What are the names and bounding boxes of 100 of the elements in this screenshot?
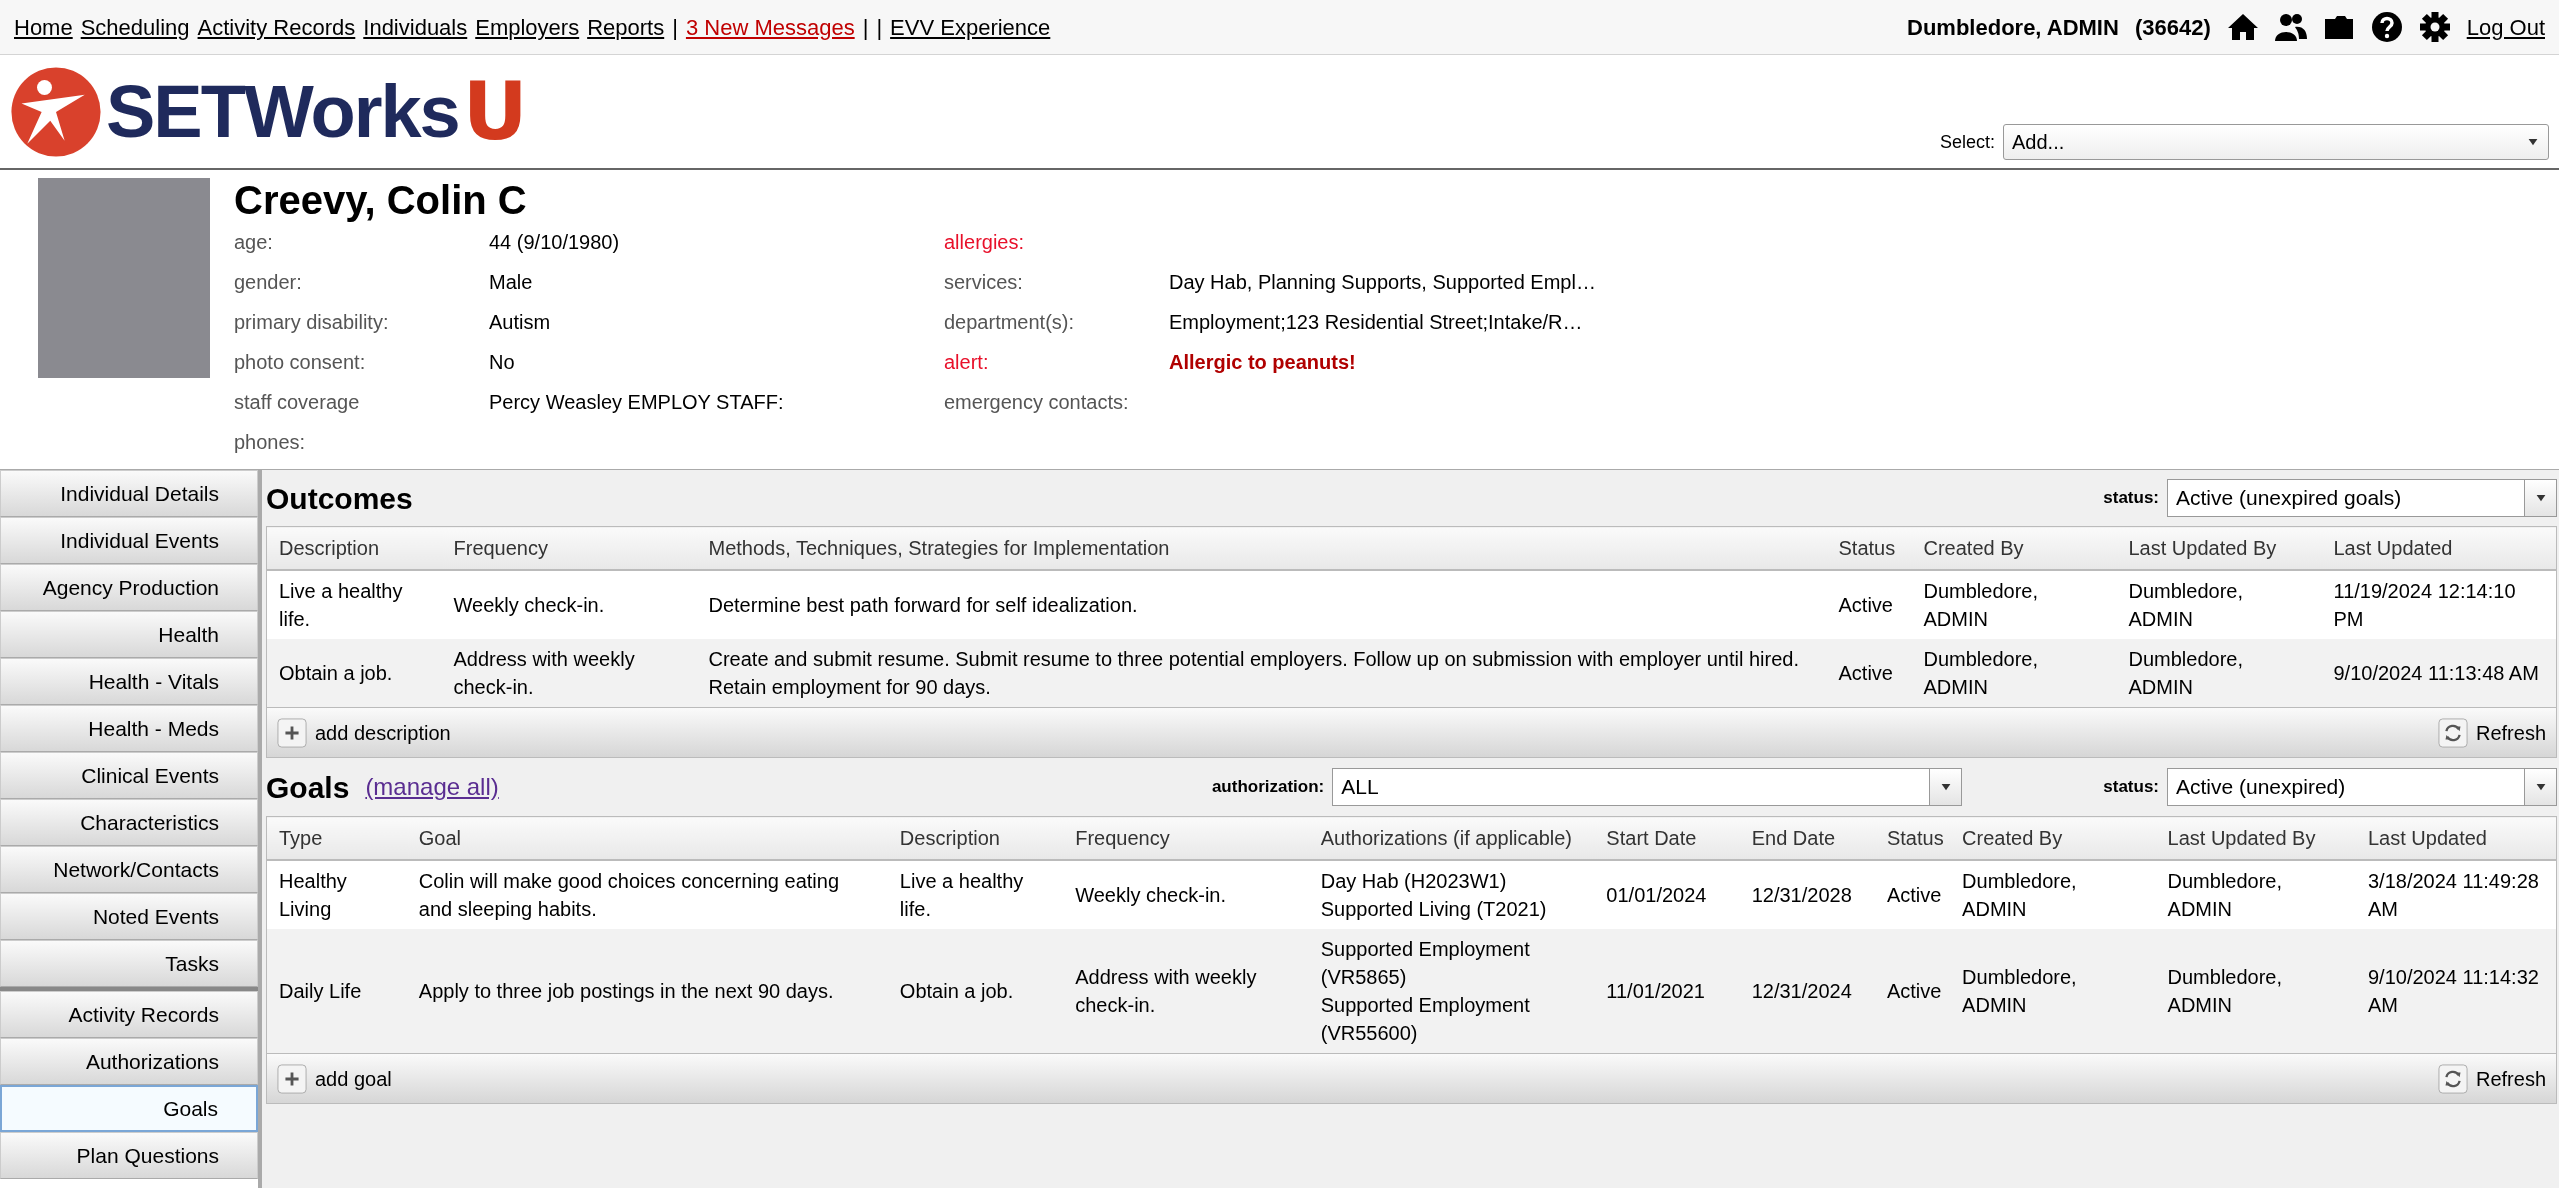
column-header: Last Updated By: [2155, 816, 2356, 860]
add-select[interactable]: Add...: [2003, 124, 2549, 160]
column-header: Description: [887, 816, 1064, 860]
sidebar-item[interactable]: Health - Vitals: [0, 658, 258, 705]
separator-text: |: [876, 13, 883, 42]
refresh-icon: [2437, 717, 2468, 748]
separator-text: |: [672, 13, 678, 42]
table-cell: Active: [1826, 570, 1912, 639]
column-header: Frequency: [441, 526, 697, 570]
table-cell: Dumbledore, ADMIN: [2155, 860, 2356, 929]
column-header: Methods, Techniques, Strategies for Implementation: [696, 526, 1827, 570]
column-header: Last Updated: [2356, 816, 2557, 860]
field-value: Day Hab, Planning Supports, Supported Empl…: [1169, 270, 1596, 295]
sidebar-item[interactable]: Characteristics: [0, 799, 258, 846]
table-cell: 11/19/2024 12:14:10 PM: [2321, 570, 2557, 639]
table-cell: Dumbledore, ADMIN: [2155, 929, 2356, 1054]
refresh-button[interactable]: Refresh: [2437, 1063, 2546, 1094]
settings-icon[interactable]: [2418, 11, 2451, 43]
table-cell: Healthy Living: [266, 860, 407, 929]
table-cell: Dumbledore, ADMIN: [2116, 570, 2322, 639]
nav-link[interactable]: Employers: [475, 10, 580, 44]
manage-all-link[interactable]: (manage all): [365, 769, 499, 805]
nav-link[interactable]: Home: [14, 10, 73, 44]
section-title: Goals: [266, 769, 350, 806]
sidebar-item[interactable]: Noted Events: [0, 893, 258, 940]
field-value: Percy Weasley EMPLOY STAFF:: [489, 390, 784, 415]
table-cell: Daily Life: [266, 929, 407, 1054]
caret-icon: [2526, 137, 2540, 147]
field-label: allergies:: [944, 230, 1026, 255]
people-icon[interactable]: [2274, 11, 2307, 43]
home-icon[interactable]: [2226, 11, 2259, 43]
table-cell: Address with weekly check-in.: [1063, 929, 1309, 1054]
column-header: Last Updated By: [2116, 526, 2322, 570]
table-cell: Dumbledore, ADMIN: [2116, 639, 2322, 708]
table-cell: Live a healthy life.: [887, 860, 1064, 929]
user-name: Dumbledore, ADMIN: [1907, 13, 2119, 42]
sidebar-item[interactable]: Agency Production: [0, 564, 258, 611]
filter-label: authorization:: [1211, 776, 1325, 799]
user-id: (36642): [2134, 13, 2211, 42]
column-header: Type: [266, 816, 407, 860]
table-cell: 9/10/2024 11:14:32 AM: [2356, 929, 2557, 1054]
column-header: Frequency: [1063, 816, 1309, 860]
sidebar-item[interactable]: Network/Contacts: [0, 846, 258, 893]
table-cell: Determine best path forward for self idealization.: [696, 570, 1827, 639]
nav-link[interactable]: EVV Experience: [890, 10, 1051, 44]
sidebar-item[interactable]: Tasks: [0, 940, 258, 987]
field-label: department(s):: [944, 310, 1076, 335]
logo-text: SETWorks: [106, 74, 459, 149]
refresh-button[interactable]: Refresh: [2437, 717, 2546, 748]
authorization-dropdown[interactable]: ALL: [1332, 768, 1963, 806]
field-value: Autism: [489, 310, 551, 335]
table-cell: Active: [1874, 929, 1951, 1054]
column-header: Start Date: [1594, 816, 1740, 860]
sidebar-item[interactable]: Health: [0, 611, 258, 658]
sidebar-item[interactable]: Activity Records: [0, 991, 258, 1038]
field-label: phones:: [234, 430, 307, 455]
messages-link[interactable]: 3 New Messages: [685, 10, 855, 44]
column-header: Authorizations (if applicable): [1308, 816, 1595, 860]
table-cell: Create and submit resume. Submit resume to three potential employers. Follow up on submission with employer until hired. Retain employment for 90 days.: [696, 639, 1827, 708]
nav-link[interactable]: Scheduling: [80, 10, 190, 44]
table-cell: Dumbledore, ADMIN: [1950, 929, 2156, 1054]
table-cell: 9/10/2024 11:13:48 AM: [2321, 639, 2557, 708]
sidebar-item[interactable]: Individual Events: [0, 517, 258, 564]
status-dropdown[interactable]: Active (unexpired): [2167, 768, 2557, 806]
table-cell: Supported Employment (VR5865) Supported Employment (VR55600): [1308, 929, 1595, 1054]
help-icon[interactable]: [2370, 11, 2403, 43]
table-cell: 3/18/2024 11:49:28 AM: [2356, 860, 2557, 929]
logout-link[interactable]: Log Out: [2466, 10, 2545, 44]
column-header: Created By: [1950, 816, 2156, 860]
section-title: Outcomes: [266, 480, 413, 517]
nav-link[interactable]: Individuals: [363, 10, 468, 44]
sidebar-item[interactable]: Authorizations: [0, 1038, 258, 1085]
field-label: staff coverage: [234, 390, 361, 415]
individual-name: Creevy, Colin C: [234, 178, 528, 222]
field-value: 44 (9/10/1980): [489, 230, 620, 255]
column-header: Status: [1826, 526, 1912, 570]
add-goal-button[interactable]: add goal: [277, 1063, 392, 1094]
separator-text: |: [862, 13, 869, 42]
select-label: Select:: [1939, 130, 1995, 154]
refresh-icon: [2437, 1063, 2468, 1094]
nav-link[interactable]: Reports: [587, 10, 665, 44]
sidebar-item[interactable]: Plan Questions: [0, 1132, 258, 1179]
sidebar-item[interactable]: Health - Meds: [0, 705, 258, 752]
field-label: photo consent:: [234, 350, 367, 375]
alert-text: Allergic to peanuts!: [1169, 350, 1356, 375]
column-header: Created By: [1911, 526, 2117, 570]
plus-icon: [277, 717, 307, 748]
status-dropdown[interactable]: Active (unexpired goals): [2167, 479, 2557, 517]
sidebar-item[interactable]: Goals: [0, 1085, 258, 1132]
column-header: Last Updated: [2321, 526, 2557, 570]
field-label: gender:: [234, 270, 303, 295]
sidebar-item[interactable]: Clinical Events: [0, 752, 258, 799]
table-cell: 11/01/2021: [1594, 929, 1740, 1054]
nav-link[interactable]: Activity Records: [197, 10, 356, 44]
plus-icon: [277, 1063, 307, 1094]
table-cell: Weekly check-in.: [441, 570, 697, 639]
add-description-button[interactable]: add description: [277, 717, 451, 748]
table-cell: Active: [1874, 860, 1951, 929]
column-header: Status: [1874, 816, 1951, 860]
sidebar-item[interactable]: Individual Details: [0, 470, 258, 517]
